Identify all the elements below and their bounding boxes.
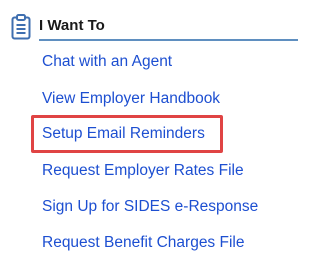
sign-up-sides-e-response-link[interactable]: Sign Up for SIDES e-Response [42,198,258,216]
request-employer-rates-file-link[interactable]: Request Employer Rates File [42,162,244,180]
chat-with-agent-link[interactable]: Chat with an Agent [42,53,172,71]
action-links-list: Chat with an Agent View Employer Handboo… [0,0,298,270]
i-want-to-panel: I Want To Chat with an Agent View Employ… [0,0,298,270]
request-benefit-charges-file-link[interactable]: Request Benefit Charges File [42,234,244,252]
setup-email-reminders-link[interactable]: Setup Email Reminders [42,125,205,143]
view-employer-handbook-link[interactable]: View Employer Handbook [42,90,220,108]
